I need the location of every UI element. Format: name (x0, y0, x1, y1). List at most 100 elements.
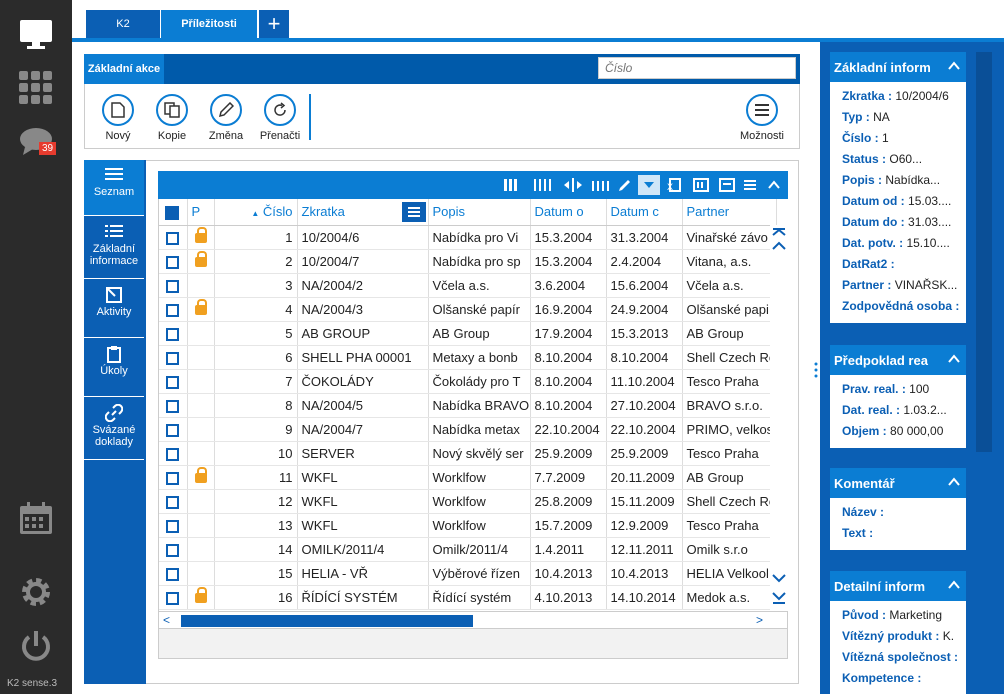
info-field: Objem : 80 000,00 (830, 421, 966, 442)
cell-datum-do: 22.10.2004 (606, 417, 683, 442)
sidetab-basic-info[interactable]: Základní informace (84, 217, 144, 279)
col-header-zkratka[interactable]: Zkratka (297, 199, 429, 226)
col-header-datum-do[interactable]: Datum c (606, 199, 683, 226)
row-checkbox[interactable] (159, 417, 188, 442)
settings-gear-icon[interactable] (16, 572, 56, 612)
row-checkbox[interactable] (159, 513, 188, 538)
horizontal-scrollbar[interactable]: < > (158, 611, 788, 629)
horizontal-scroll-thumb[interactable] (181, 615, 473, 627)
card-header[interactable]: Komentář (830, 468, 966, 498)
options-button[interactable]: Možnosti (737, 94, 787, 142)
table-row[interactable]: 13 WKFL Worklfow 15.7.2009 12.9.2009 Tesco Pr… (159, 513, 778, 538)
row-checkbox[interactable] (159, 273, 188, 298)
card-header[interactable]: Detailní inform (830, 571, 966, 601)
sidetab-linked-docs[interactable]: Svázané doklady (84, 398, 144, 460)
copy-button[interactable]: Kopie (147, 94, 197, 142)
cell-zkratka: WKFL (297, 489, 429, 514)
table-row[interactable]: 15 HELIA - VŘ Výběrové řízen 10.4.2013 10.4.… (159, 561, 778, 586)
refresh-icon (264, 94, 296, 126)
sidetab-tasks[interactable]: Úkoly (84, 339, 144, 397)
collapse-chevron-icon[interactable] (948, 353, 960, 365)
row-checkbox[interactable] (159, 537, 188, 562)
search-number-input[interactable] (598, 57, 796, 79)
field-value: 31.03.... (908, 215, 952, 229)
table-row[interactable]: 16 ŘÍDÍCÍ SYSTÉM Řídící systém 4.10.2013 14.… (159, 585, 778, 610)
edit-button[interactable]: Změna (201, 94, 251, 142)
field-label: Text : (842, 526, 874, 540)
row-checkbox[interactable] (159, 441, 188, 466)
row-checkbox[interactable] (159, 321, 188, 346)
grid-toolbar-icons[interactable]: X (488, 171, 788, 199)
sidetab-tasks-label: Úkoly (100, 365, 128, 377)
cell-popis: Nabídka pro sp (428, 249, 531, 274)
row-checkbox[interactable] (159, 561, 188, 586)
info-field: Vítězný produkt : K. (830, 626, 966, 647)
table-row[interactable]: 2 10/2004/7 Nabídka pro sp 15.3.2004 2.4.200… (159, 249, 778, 274)
cell-datum-do: 10.4.2013 (606, 561, 683, 586)
table-row[interactable]: 12 WKFL Worklfow 25.8.2009 15.11.2009 Shell C… (159, 489, 778, 514)
tab-k2[interactable]: K2 (86, 10, 160, 38)
new-button[interactable]: Nový (93, 94, 143, 142)
table-row[interactable]: 6 SHELL PHA 00001 Metaxy a bonb 8.10.2004 8.… (159, 345, 778, 370)
info-field: Číslo : 1 (830, 128, 966, 149)
table-row[interactable]: 4 NA/2004/3 Olšanské papír 16.9.2004 24.9.20… (159, 297, 778, 322)
table-row[interactable]: 11 WKFL Worklfow 7.7.2009 20.11.2009 AB Group (159, 465, 778, 490)
table-row[interactable]: 10 SERVER Nový skvělý ser 25.9.2009 25.9.200… (159, 441, 778, 466)
table-row[interactable]: 7 ČOKOLÁDY Čokolády pro T 8.10.2004 11.10.20… (159, 369, 778, 394)
collapse-chevron-icon[interactable] (948, 579, 960, 591)
desktop-icon[interactable] (16, 14, 56, 54)
lock-icon (194, 587, 207, 603)
info-field: Původ : Marketing (830, 605, 966, 626)
select-all-checkbox[interactable] (159, 199, 188, 226)
table-row[interactable]: 14 OMILK/2011/4 Omilk/2011/4 1.4.2011 12.11.… (159, 537, 778, 562)
row-checkbox[interactable] (159, 465, 188, 490)
sidetab-activities[interactable]: Aktivity (84, 280, 144, 338)
menu-icon (746, 94, 778, 126)
info-card: Předpoklad rea Prav. real. : 100 Dat. real… (830, 345, 966, 448)
table-row[interactable]: 5 AB GROUP AB Group 17.9.2004 15.3.2013 AB Gr… (159, 321, 778, 346)
left-app-bar: 39 K2 sense.3 (0, 0, 72, 694)
row-checkbox[interactable] (159, 393, 188, 418)
cell-popis: Worklfow (428, 489, 531, 514)
right-panel-scroll-thumb[interactable] (976, 52, 992, 452)
col-header-p[interactable]: P (187, 199, 215, 226)
table-row[interactable]: 3 NA/2004/2 Včela a.s. 3.6.2004 15.6.2004 Vče… (159, 273, 778, 298)
grid-vertical-scroller[interactable] (770, 225, 788, 611)
col-header-zkratka-label: Zkratka (301, 204, 345, 220)
row-checkbox[interactable] (159, 345, 188, 370)
col-header-datum-od[interactable]: Datum o (530, 199, 607, 226)
grid-toolbar: X (158, 171, 788, 199)
sidetab-list[interactable]: Seznam (84, 160, 144, 216)
table-row[interactable]: 1 10/2004/6 Nabídka pro Vi 15.3.2004 31.3.20… (159, 225, 778, 250)
row-checkbox[interactable] (159, 369, 188, 394)
panel-splitter-handle[interactable] (813, 360, 819, 380)
col-header-popis[interactable]: Popis (428, 199, 531, 226)
cell-datum-od: 16.9.2004 (530, 297, 607, 322)
card-header[interactable]: Předpoklad rea (830, 345, 966, 375)
table-row[interactable]: 8 NA/2004/5 Nabídka BRAVO 8.10.2004 27.10.20… (159, 393, 778, 418)
row-checkbox[interactable] (159, 297, 188, 322)
cell-partner: Tesco Praha (682, 513, 778, 538)
scroll-right-icon[interactable]: > (756, 613, 763, 627)
lock-cell (187, 537, 215, 562)
col-header-cislo[interactable]: ▲ Číslo (214, 199, 298, 226)
lock-cell (187, 393, 215, 418)
column-menu-icon[interactable] (401, 202, 426, 222)
card-header[interactable]: Základní inform (830, 52, 966, 82)
power-icon[interactable] (16, 626, 56, 666)
row-checkbox[interactable] (159, 585, 188, 610)
row-checkbox[interactable] (159, 225, 188, 250)
add-tab-button[interactable]: + (259, 10, 289, 38)
scroll-left-icon[interactable]: < (163, 613, 170, 627)
collapse-chevron-icon[interactable] (948, 476, 960, 488)
apps-grid-icon[interactable] (16, 68, 56, 108)
table-row[interactable]: 9 NA/2004/7 Nabídka metax 22.10.2004 22.10.2… (159, 417, 778, 442)
collapse-chevron-icon[interactable] (948, 60, 960, 72)
row-checkbox[interactable] (159, 489, 188, 514)
field-value: 80 000,00 (890, 424, 944, 438)
tab-prilezitosti[interactable]: Příležitosti (161, 10, 257, 38)
col-header-partner[interactable]: Partner (682, 199, 778, 226)
row-checkbox[interactable] (159, 249, 188, 274)
calendar-icon[interactable] (16, 498, 56, 538)
reload-button[interactable]: Přenačti (255, 94, 305, 142)
